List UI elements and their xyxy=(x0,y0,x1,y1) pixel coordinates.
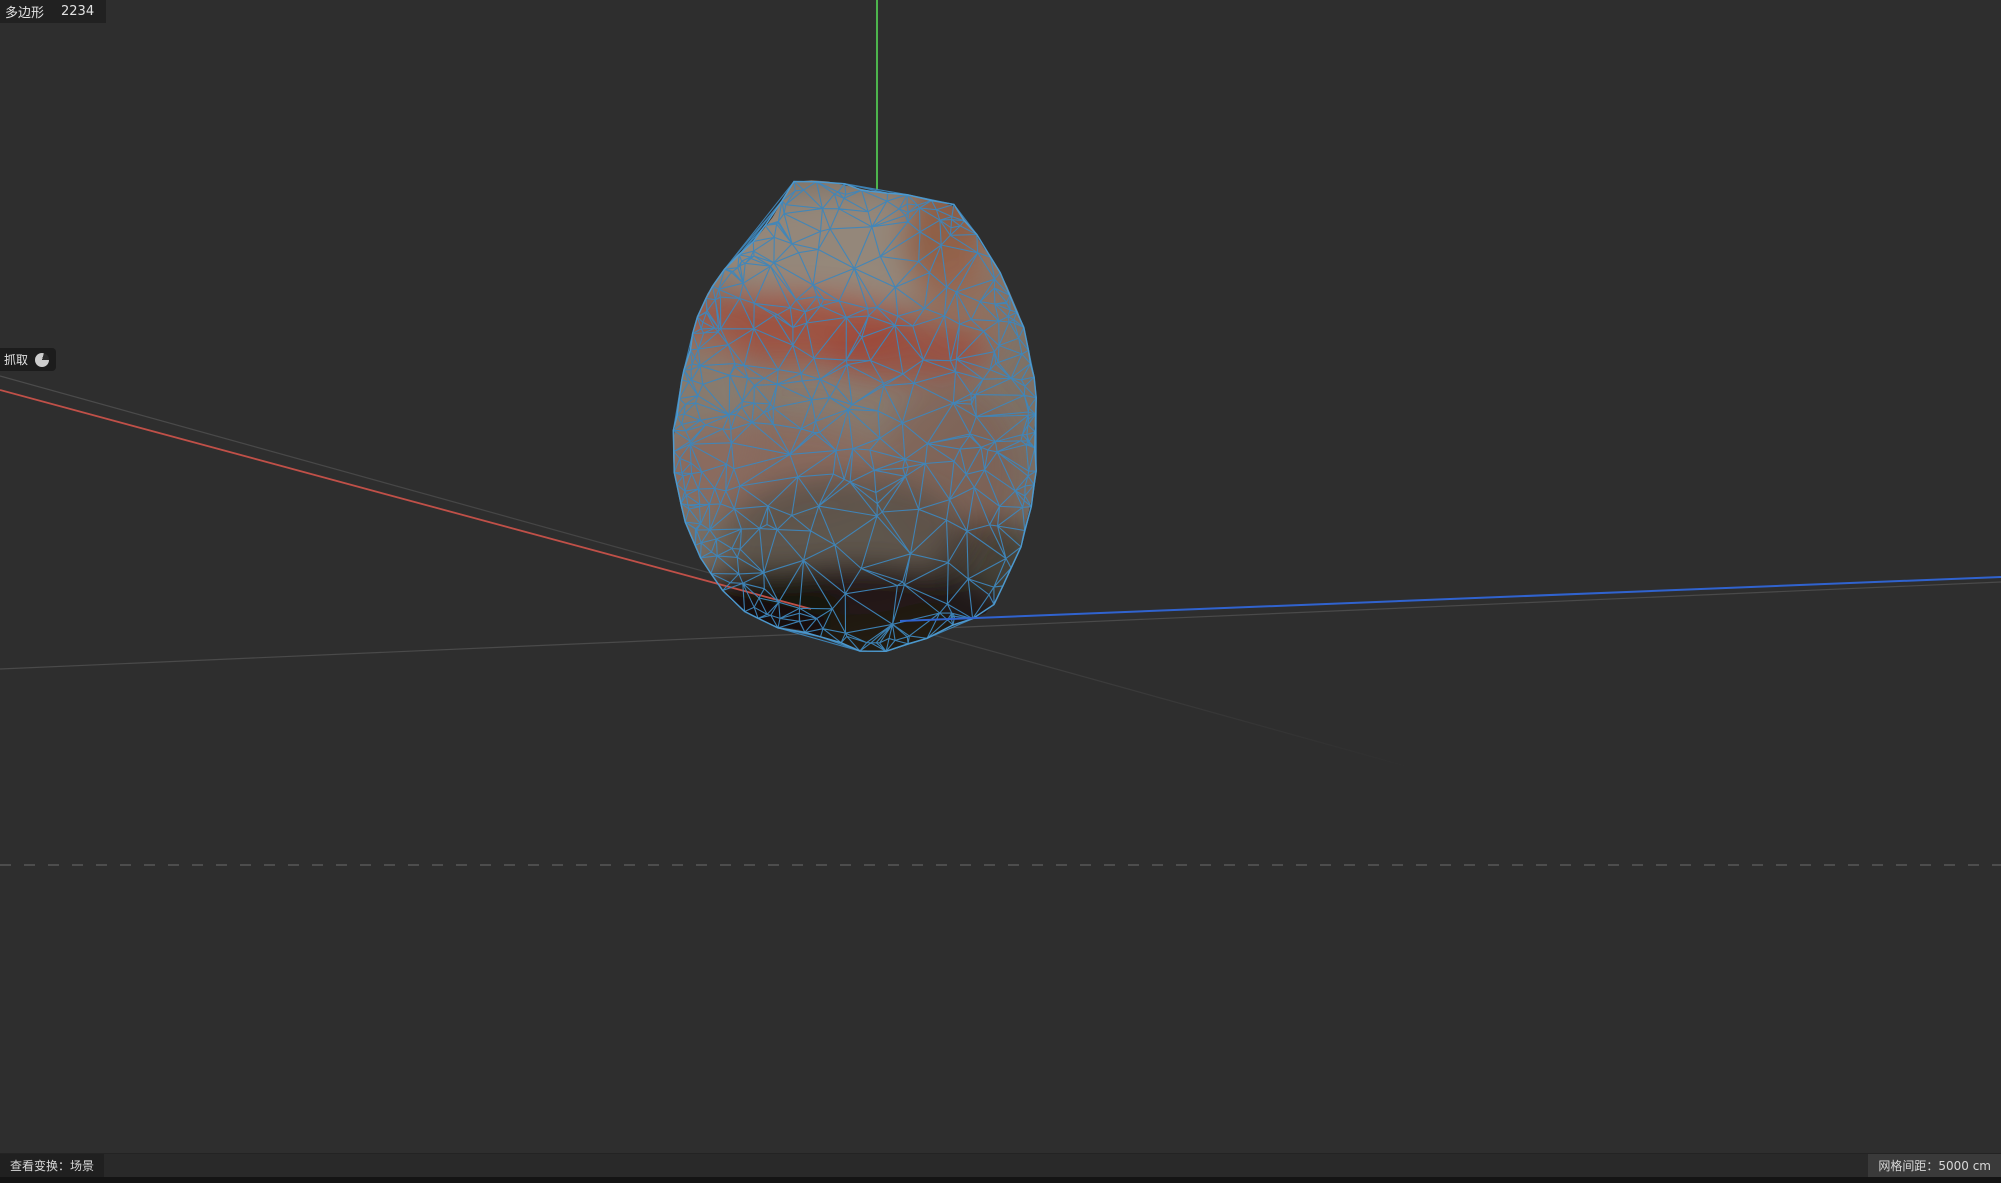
status-bar: 查看变换：场景 网格间距：5000 cm xyxy=(0,1153,2001,1177)
window-edge xyxy=(0,1177,2001,1183)
viewport-3d[interactable]: 多边形 2234 抓取 查看变换：场景 网格间距：5000 cm xyxy=(0,0,2001,1183)
scene-canvas xyxy=(0,0,2001,1183)
snap-label: 抓取 xyxy=(4,351,28,368)
view-transform-status: 查看变换：场景 xyxy=(0,1154,104,1177)
snap-pie-icon xyxy=(35,353,49,367)
grid-spacing-status: 网格间距：5000 cm xyxy=(1868,1154,2001,1177)
polygon-count-badge: 多边形 2234 xyxy=(0,0,106,23)
snap-button[interactable]: 抓取 xyxy=(0,348,56,371)
polygon-count-label: 多边形 xyxy=(5,2,44,21)
polygon-count-value: 2234 xyxy=(61,4,94,19)
